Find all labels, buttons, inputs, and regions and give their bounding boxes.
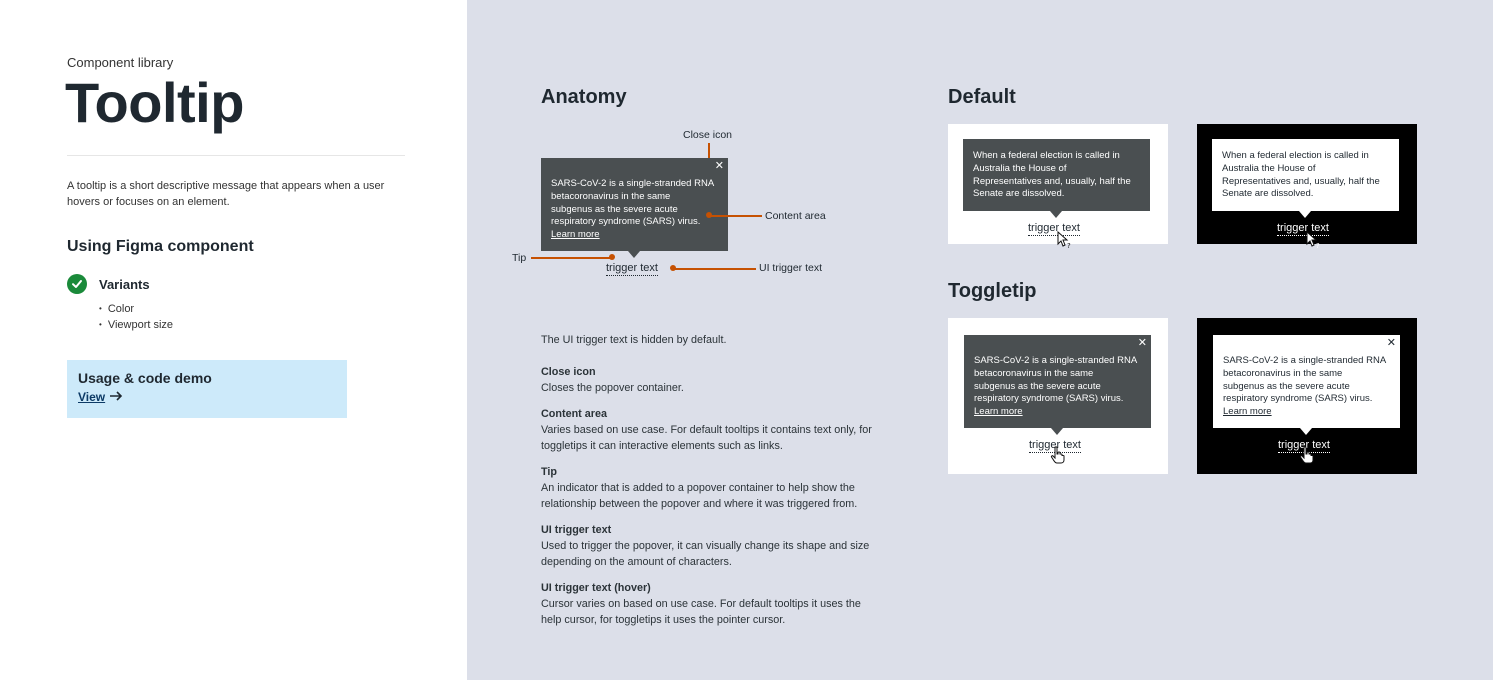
anatomy-tooltip: ✕ SARS-CoV-2 is a single-stranded RNA be… [541, 158, 728, 251]
description-title: UI trigger text (hover) [541, 582, 651, 594]
learn-more-link[interactable]: Learn more [551, 229, 718, 242]
tooltip-line: subgenus as the severe acute [551, 203, 678, 215]
svg-text:?: ? [1067, 242, 1071, 249]
list-item: Viewport size [99, 317, 173, 333]
tooltip-line: betacoronavirus in the same [1223, 367, 1343, 379]
tip-marker [609, 254, 615, 260]
tooltip-line: Senate are dissolved. [1222, 188, 1314, 200]
left-panel: Component library Tooltip A tooltip is a… [0, 0, 467, 680]
close-icon[interactable]: ✕ [715, 161, 724, 172]
description-title: Tip [541, 466, 557, 478]
list-item: Color [99, 301, 173, 317]
pointer-hand-icon [1050, 446, 1065, 464]
description-body: Cursor varies on based on use case. For … [541, 598, 861, 626]
variants-label: Variants [99, 276, 150, 292]
tooltip-tip [1300, 428, 1312, 435]
tooltip-line: SARS-CoV-2 is a single-stranded RNA [974, 355, 1138, 366]
default-light-tooltip: When a federal election is called in Aus… [963, 139, 1150, 211]
anatomy-trigger-text[interactable]: trigger text [606, 262, 658, 276]
toggletip-heading: Toggletip [948, 280, 1037, 302]
help-cursor-icon: ? [1306, 231, 1320, 249]
tooltip-line: Representatives and, usually, half the [1222, 175, 1380, 187]
help-cursor-icon: ? [1057, 231, 1071, 249]
usage-card: Usage & code demo View [67, 360, 347, 418]
arrow-right-icon [109, 390, 123, 404]
tooltip-line: betacoronavirus in the same [974, 367, 1094, 379]
page-title: Tooltip [65, 71, 244, 134]
description-intro: The UI trigger text is hidden by default… [541, 334, 727, 346]
tooltip-line: respiratory syndrome (SARS) virus. [1223, 393, 1373, 405]
variants-row: Variants [67, 274, 150, 294]
tooltip-tip [1299, 211, 1311, 218]
description-title: Close icon [541, 366, 596, 378]
default-heading: Default [948, 86, 1016, 108]
checkmark-circle-icon [67, 274, 87, 294]
tooltip-line: Australia the House of [973, 162, 1067, 174]
description-title: UI trigger text [541, 524, 612, 536]
close-icon-label: Close icon [683, 129, 733, 141]
tooltip-tip [1051, 428, 1063, 435]
view-link-label: View [78, 390, 106, 404]
svg-text:?: ? [1316, 242, 1320, 249]
content-area-label: Content area [765, 210, 826, 222]
tooltip-line: Representatives and, usually, half the [973, 175, 1131, 187]
usage-title: Usage & code demo [78, 370, 212, 386]
toggletip-light-tooltip: ✕ SARS-CoV-2 is a single-stranded RNA be… [964, 335, 1151, 428]
tooltip-line: When a federal election is called in [1222, 150, 1369, 161]
default-dark-tooltip: When a federal election is called in Aus… [1212, 139, 1399, 211]
divider [67, 155, 405, 156]
tooltip-line: subgenus as the severe acute [1223, 380, 1350, 392]
close-icon[interactable]: ✕ [1387, 338, 1396, 349]
close-icon[interactable]: ✕ [1138, 338, 1147, 349]
tip-label: Tip [512, 252, 527, 264]
description-body: Closes the popover container. [541, 382, 684, 394]
tooltip-line: SARS-CoV-2 is a single-stranded RNA [551, 178, 715, 189]
content-area-leader [710, 215, 762, 217]
tooltip-line: SARS-CoV-2 is a single-stranded RNA [1223, 355, 1387, 366]
tooltip-line: When a federal election is called in [973, 150, 1120, 161]
description-title: Content area [541, 408, 607, 420]
anatomy-heading: Anatomy [541, 86, 627, 108]
anatomy-description: The UI trigger text is hidden by default… [541, 332, 876, 628]
intro-text: A tooltip is a short descriptive message… [67, 180, 385, 208]
tooltip-line: subgenus as the severe acute [974, 380, 1101, 392]
tip-leader [531, 257, 611, 259]
tooltip-line: Australia the House of [1222, 162, 1316, 174]
tooltip-line: respiratory syndrome (SARS) virus. [551, 216, 701, 228]
description-body: Varies based on use case. For default to… [541, 424, 872, 452]
learn-more-link[interactable]: Learn more [1223, 406, 1390, 419]
pointer-hand-icon [1299, 446, 1314, 464]
learn-more-link[interactable]: Learn more [974, 406, 1141, 419]
view-link[interactable]: View [78, 390, 123, 404]
tooltip-line: Senate are dissolved. [973, 188, 1065, 200]
description-body: An indicator that is added to a popover … [541, 482, 858, 510]
ui-trigger-label: UI trigger text [759, 262, 823, 274]
toggletip-dark-tooltip: ✕ SARS-CoV-2 is a single-stranded RNA be… [1213, 335, 1400, 428]
tooltip-tip [1050, 211, 1062, 218]
tooltip-line: respiratory syndrome (SARS) virus. [974, 393, 1124, 405]
section-heading: Using Figma component [67, 238, 254, 255]
tooltip-line: betacoronavirus in the same [551, 190, 671, 202]
eyebrow: Component library [67, 55, 174, 70]
variants-list: Color Viewport size [99, 301, 173, 333]
ui-trigger-leader [674, 268, 756, 270]
tooltip-tip [628, 251, 640, 258]
description-body: Used to trigger the popover, it can visu… [541, 540, 870, 568]
